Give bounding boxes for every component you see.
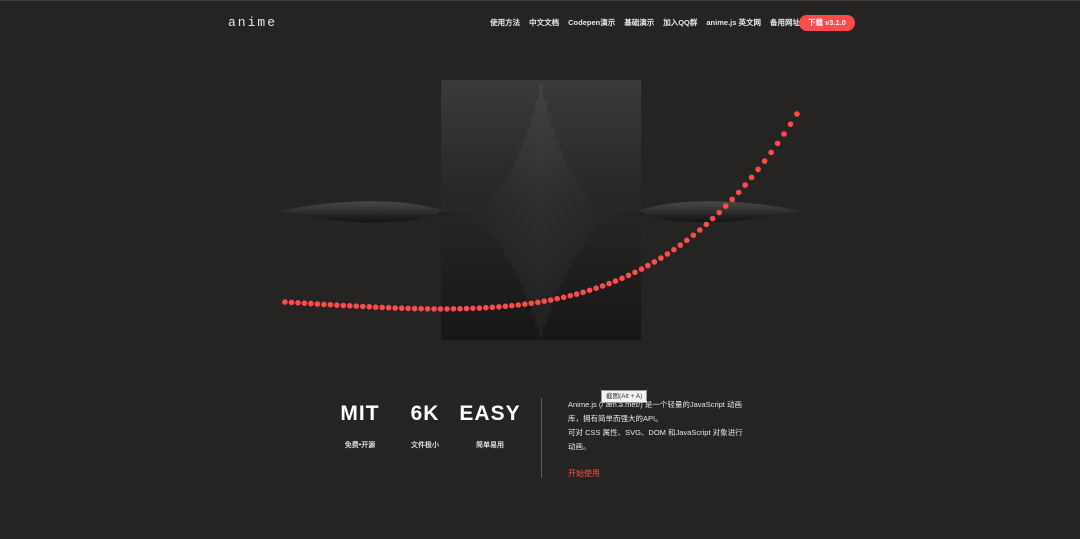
stat-ease-value: EASY — [459, 402, 521, 425]
curve-dot — [742, 182, 748, 188]
curve-dot — [794, 111, 800, 117]
get-started-link[interactable]: 开始使用 — [568, 468, 600, 479]
curve-dot — [489, 304, 496, 311]
curve-dot — [411, 305, 418, 312]
curve-dot — [703, 221, 710, 228]
curve-dot — [502, 303, 509, 310]
curve-dot — [353, 303, 360, 310]
curve-dot — [340, 302, 347, 309]
stat-ease-label: 简单易用 — [476, 442, 504, 449]
curve-dot — [567, 292, 573, 299]
curve-dot — [787, 121, 794, 127]
curve-dot — [664, 251, 671, 257]
curve-dot — [625, 272, 632, 279]
stat-ease: EASY 简单易用 — [459, 402, 521, 450]
curve-dot — [295, 300, 301, 306]
curve-dot — [697, 227, 703, 233]
curve-dot — [437, 306, 444, 312]
curve-dot — [405, 305, 411, 312]
curve-dot — [768, 149, 774, 156]
curve-dot — [709, 215, 716, 222]
feature-stats: MIT 免费•开源 6K 文件极小 EASY 简单易用 — [330, 402, 520, 450]
curve-dot — [398, 305, 405, 312]
curve-dot — [528, 300, 535, 307]
curve-dot — [470, 305, 476, 312]
curve-dot — [444, 306, 450, 312]
description-line-2: 可对 CSS 属性、SVG、DOM 和JavaScript 对象进行动画。 — [568, 428, 743, 451]
curve-dot — [684, 237, 690, 244]
stat-license: MIT 免费•开源 — [330, 402, 390, 450]
curve-dot — [385, 304, 392, 311]
curve-dot — [722, 203, 729, 209]
curve-dot — [347, 303, 353, 309]
stat-license-label: 免费•开源 — [344, 442, 376, 449]
curve-dot — [735, 189, 742, 196]
curve-dot — [463, 305, 470, 312]
curve-dot — [431, 306, 437, 312]
curve-dot — [450, 306, 457, 312]
curve-dot — [580, 289, 586, 296]
curve-dot — [593, 285, 599, 292]
curve-dot — [547, 297, 554, 303]
curve-dot — [658, 255, 664, 261]
peak-shading — [441, 80, 641, 340]
curve-dot — [645, 262, 651, 269]
curve-dot — [360, 303, 366, 310]
curve-dot — [288, 299, 295, 306]
curve-dot — [457, 305, 463, 312]
curve-dot — [781, 131, 787, 137]
curve-dot — [677, 242, 684, 248]
curve-dot — [748, 174, 755, 181]
description-line-1: Anime.js (/ˈæn.ə.meɪ/) 是一个轻量的JavaScript … — [568, 400, 742, 423]
curve-dot — [560, 294, 567, 301]
stat-license-value: MIT — [340, 402, 380, 425]
stat-size-label: 文件极小 — [411, 442, 439, 449]
curve-dot — [612, 278, 619, 284]
curve-dot — [327, 301, 334, 308]
curve-dot — [372, 304, 379, 311]
curve-dot — [496, 304, 502, 310]
curve-dot — [638, 266, 645, 272]
curve-dot — [632, 269, 638, 276]
curve-dot — [554, 295, 560, 302]
curve-dot — [522, 301, 528, 308]
curve-dot — [774, 140, 781, 147]
wave-stepped-peak — [439, 80, 643, 340]
curve-dot — [476, 305, 483, 311]
curve-dot — [671, 246, 677, 253]
curve-dot — [619, 275, 625, 282]
curve-dot — [321, 301, 327, 308]
stat-size: 6K 文件极小 — [395, 402, 455, 450]
curve-dot — [535, 299, 541, 306]
hero-animation — [280, 80, 800, 340]
description: Anime.js (/ˈæn.ə.meɪ/) 是一个轻量的JavaScript … — [568, 398, 748, 454]
curve-dot — [301, 300, 308, 307]
curve-dot — [509, 302, 515, 309]
curve-dot — [515, 302, 522, 308]
curve-dot — [483, 304, 489, 311]
curve-dot — [651, 259, 658, 265]
curve-dot — [573, 291, 580, 297]
curve-dot — [690, 232, 697, 239]
curve-dot — [761, 158, 768, 164]
curve-dot — [755, 166, 761, 173]
curve-dot — [308, 300, 314, 307]
curve-dot — [334, 302, 340, 308]
curve-dot — [424, 306, 431, 312]
curve-dot — [586, 287, 593, 294]
curve-dot — [366, 304, 373, 310]
stat-size-value: 6K — [410, 402, 440, 425]
section-divider — [541, 398, 542, 478]
curve-dot — [392, 305, 399, 311]
curve-dot — [716, 209, 722, 216]
curve-dot — [729, 196, 735, 203]
curve-dot — [541, 298, 547, 305]
curve-dot — [606, 280, 612, 287]
curve-dot — [379, 304, 386, 311]
curve-dot — [282, 299, 288, 305]
curve-dot — [599, 283, 606, 289]
curve-dot — [418, 305, 424, 312]
curve-dot — [314, 301, 321, 307]
